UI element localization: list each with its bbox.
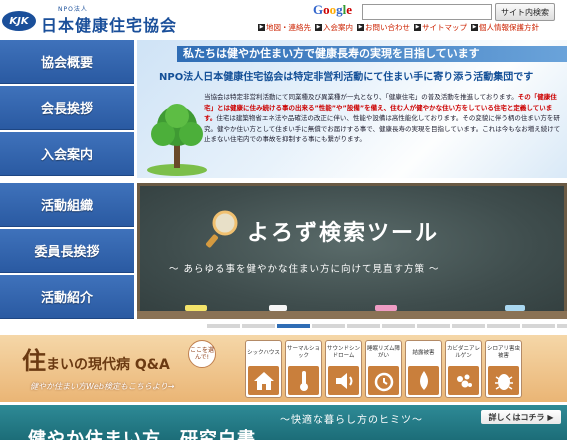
arrow-icon: ▶	[471, 23, 478, 31]
research-banner[interactable]: 健やか住まい方 研究白書 ～快適な暮らし方のヒミツ～ 詳しくはコチラ ▶	[0, 405, 567, 440]
util-link-label: 個人情報保護方針	[479, 22, 539, 32]
qa-title-rest: まいの現代病 Q&A	[46, 357, 170, 373]
carousel-indicators	[207, 324, 567, 328]
qa-card[interactable]: シロアリ害虫被害	[485, 340, 522, 398]
page: KJK NPO法人 日本健康住宅協会 Google サイト内検索 ▶ 地図・連絡先…	[0, 0, 567, 440]
util-link[interactable]: ▶ 個人情報保護方針	[471, 22, 539, 32]
hero-body-text-1: 当協会は特定非営利活動にて同業種及び異業種が一丸となり、「健康住宅」の普及活動を…	[204, 93, 518, 101]
nav-group-activities: 活動組織 委員長挨拶 活動紹介	[0, 183, 134, 321]
qa-card[interactable]: サウンドシンドローム	[325, 340, 362, 398]
nav-item[interactable]: 活動組織	[0, 183, 134, 227]
bug-icon	[488, 366, 519, 395]
mold-icon	[448, 366, 479, 395]
chalk-ledge	[137, 311, 567, 319]
qa-tag: ここを選んで!	[188, 340, 216, 368]
site-search-button[interactable]: サイト内検索	[495, 3, 555, 21]
search-tool-title: よろず検索ツール	[247, 221, 440, 246]
tree-icon	[147, 104, 207, 176]
search-tool-subtitle: ～ あらゆる事を健やかな住まい方に向けて見直す方策 ～	[169, 264, 440, 275]
chalkboard-frame	[137, 183, 567, 319]
util-link-label: お問い合わせ	[365, 22, 410, 32]
util-link-label: 地図・連絡先	[266, 22, 311, 32]
site-logo[interactable]: KJK NPO法人 日本健康住宅協会	[0, 4, 200, 36]
util-link[interactable]: ▶ サイトマップ	[414, 22, 467, 32]
details-button[interactable]: 詳しくはコチラ ▶	[481, 410, 561, 424]
carousel-dot[interactable]	[242, 324, 275, 328]
hero-subtitle: NPO法人日本健康住宅協会は特定非営利活動にて住まい手に寄り添う活動集団です	[159, 72, 534, 83]
carousel-dot[interactable]	[347, 324, 380, 328]
qa-card[interactable]: カビダニアレルゲン	[445, 340, 482, 398]
qa-card-list: シックハウス サーマルショック サウンドシンドローム 睡眠リズム障がい 結露被害 カビダニ…	[245, 340, 522, 398]
nav-item[interactable]: 活動紹介	[0, 275, 134, 319]
hero-body: 当協会は特定非営利活動にて同業種及び異業種が一丸となり、「健康住宅」の普及活動を…	[204, 92, 564, 145]
speaker-icon	[328, 366, 359, 395]
qa-card-label: サウンドシンドローム	[327, 346, 361, 359]
house-icon	[248, 366, 279, 395]
qa-card-label: カビダニアレルゲン	[447, 346, 481, 359]
carousel-dot[interactable]	[522, 324, 555, 328]
arrow-icon: ▶	[315, 23, 322, 31]
carousel-dot[interactable]	[487, 324, 520, 328]
alarm-clock-icon	[368, 366, 399, 395]
logo-name: 日本健康住宅協会	[41, 16, 178, 35]
search-input[interactable]	[362, 4, 492, 20]
arrow-icon: ▶	[258, 23, 265, 31]
search-tool-banner[interactable]: よろず検索ツール ～ あらゆる事を健やかな住まい方に向けて見直す方策 ～	[137, 183, 567, 319]
qa-card[interactable]: 睡眠リズム障がい	[365, 340, 402, 398]
qa-card[interactable]: サーマルショック	[285, 340, 322, 398]
hero-body-text-2: 住宅は建築物省エネ法や品確法の改正に伴い、性能や設備は高性能化しております。その…	[204, 114, 561, 143]
carousel-dot[interactable]	[557, 324, 567, 328]
droplet-icon	[408, 366, 439, 395]
util-link[interactable]: ▶ 入会案内	[315, 22, 353, 32]
research-title: 健やか住まい方 研究白書	[28, 429, 256, 440]
arrow-icon: ▶	[414, 23, 421, 31]
qa-promo[interactable]: 住まいの現代病 Q&A ここを選んで! 健やか住まい方Web検定もこちらより→	[0, 335, 243, 402]
nav-item[interactable]: 委員長挨拶	[0, 229, 134, 273]
util-link[interactable]: ▶ お問い合わせ	[357, 22, 410, 32]
nav-group-about: 協会概要 会長挨拶 入会案内	[0, 40, 134, 178]
google-letter: e	[346, 2, 353, 17]
google-logo: Google	[313, 2, 352, 18]
nav-item[interactable]: 入会案内	[0, 132, 134, 176]
qa-card[interactable]: 結露被害	[405, 340, 442, 398]
nav-item[interactable]: 会長挨拶	[0, 86, 134, 130]
research-subtitle: ～快適な暮らし方のヒミツ～	[280, 415, 423, 426]
qa-card-label: 睡眠リズム障がい	[367, 346, 401, 359]
carousel-dot[interactable]	[312, 324, 345, 328]
hero-banner[interactable]: 私たちは健やか住まい方で健康長寿の実現を目指しています NPO法人日本健康住宅協…	[137, 40, 567, 178]
qa-card-label: シックハウス	[247, 349, 280, 356]
chalk-piece	[185, 305, 207, 311]
carousel-dot[interactable]	[277, 324, 310, 328]
arrow-icon: ▶	[357, 23, 364, 31]
util-link-label: サイトマップ	[422, 22, 467, 32]
qa-title: 住まいの現代病 Q&A	[22, 341, 170, 376]
thermometer-icon	[288, 366, 319, 395]
carousel-dot[interactable]	[207, 324, 240, 328]
qa-title-big: 住	[22, 347, 46, 375]
carousel-dot[interactable]	[417, 324, 450, 328]
chalk-piece	[375, 305, 397, 311]
util-link-label: 入会案内	[323, 22, 353, 32]
utility-links: ▶ 地図・連絡先 ▶ 入会案内 ▶ お問い合わせ ▶ サイトマップ ▶ 個人情報保護方針	[258, 22, 567, 32]
qa-card-label: サーマルショック	[287, 346, 321, 359]
carousel-dot[interactable]	[452, 324, 485, 328]
qa-card-label: シロアリ害虫被害	[487, 346, 521, 359]
util-link[interactable]: ▶ 地図・連絡先	[258, 22, 311, 32]
google-letter: G	[313, 2, 324, 17]
qa-banner: 住まいの現代病 Q&A ここを選んで! 健やか住まい方Web検定もこちらより→ …	[0, 335, 567, 402]
qa-card[interactable]: シックハウス	[245, 340, 282, 398]
qa-card-label: 結露被害	[412, 349, 435, 356]
chalk-piece	[269, 305, 287, 311]
chalk-piece	[505, 305, 525, 311]
magnifier-icon	[206, 210, 238, 248]
nav-item[interactable]: 協会概要	[0, 40, 134, 84]
qa-web-test-link[interactable]: 健やか住まい方Web検定もこちらより→	[30, 381, 174, 392]
logo-mark: KJK	[2, 11, 36, 31]
hero-title: 私たちは健やか住まい方で健康長寿の実現を目指しています	[177, 46, 567, 62]
carousel-dot[interactable]	[382, 324, 415, 328]
